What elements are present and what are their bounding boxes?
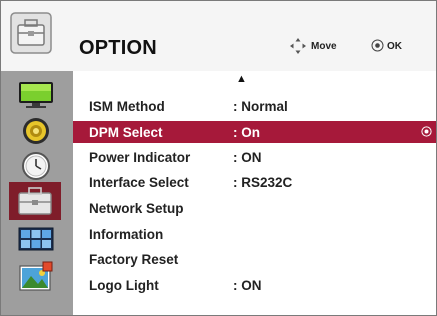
osd-menu-window: OPTION Move OK ▲ ISM Method: Normal DPM… (0, 0, 437, 316)
monitor-icon (19, 82, 53, 108)
menu-row-value: : On (233, 125, 260, 140)
clock-icon (22, 152, 50, 180)
menu-content: ▲ ISM Method : Normal DPM Select : On Po… (73, 71, 436, 315)
screen-layout-icon (18, 227, 54, 251)
menu-row-ism-method[interactable]: ISM Method : Normal (73, 95, 436, 117)
menu-row-label: Factory Reset (89, 252, 179, 267)
menu-row-logo-light[interactable]: Logo Light : ON (73, 274, 436, 296)
toolbox-icon (18, 187, 52, 215)
sidebar-item-time[interactable] (11, 148, 61, 182)
menu-row-value: : ON (233, 278, 262, 293)
ok-button-icon (421, 126, 432, 137)
sidebar-item-option[interactable] (9, 182, 61, 220)
menu-row-value: : ON (233, 150, 262, 165)
menu-row-label: Logo Light (89, 278, 159, 293)
menu-row-value: : Normal (233, 99, 288, 114)
menu-row-network-setup[interactable]: Network Setup (73, 197, 436, 219)
sidebar-item-screen[interactable] (11, 221, 61, 255)
menu-row-label: Interface Select (89, 175, 189, 190)
menu-row-factory-reset[interactable]: Factory Reset (73, 248, 436, 270)
menu-row-value: : RS232C (233, 175, 293, 190)
photo-icon (19, 261, 53, 291)
directional-pad-icon (290, 38, 306, 54)
sidebar (1, 71, 73, 315)
menu-row-label: Network Setup (89, 201, 184, 216)
page-title: OPTION (79, 37, 157, 59)
menu-row-dpm-select[interactable]: DPM Select : On (73, 121, 436, 143)
move-hint-label: Move (311, 41, 337, 52)
toolbox-icon (10, 12, 52, 54)
menu-row-label: ISM Method (89, 99, 165, 114)
menu-header: OPTION Move OK (1, 1, 436, 71)
menu-row-label: Information (89, 227, 164, 242)
ok-button-icon (371, 39, 384, 52)
menu-row-information[interactable]: Information (73, 223, 436, 245)
scroll-up-indicator[interactable]: ▲ (236, 73, 247, 85)
sidebar-item-audio[interactable] (11, 113, 61, 147)
menu-row-power-indicator[interactable]: Power Indicator : ON (73, 146, 436, 168)
speaker-icon (23, 118, 49, 144)
sidebar-item-picture-id[interactable] (11, 257, 61, 291)
menu-row-label: Power Indicator (89, 150, 191, 165)
ok-hint-label: OK (387, 41, 402, 52)
menu-row-interface-select[interactable]: Interface Select : RS232C (73, 171, 436, 193)
menu-row-label: DPM Select (89, 125, 163, 140)
sidebar-item-picture[interactable] (11, 77, 61, 111)
